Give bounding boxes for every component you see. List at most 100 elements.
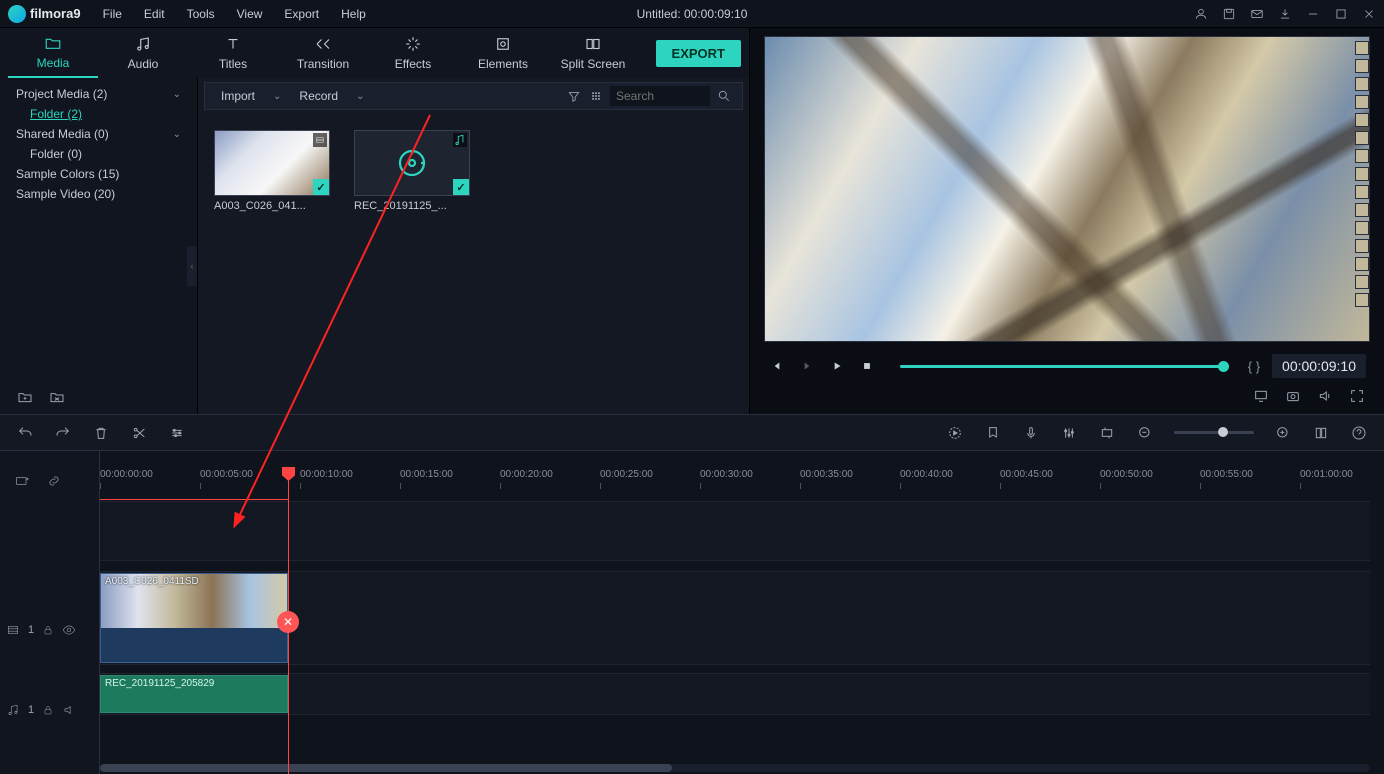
- marker-thumb[interactable]: [1355, 41, 1369, 55]
- eye-icon[interactable]: [62, 623, 76, 637]
- gutter-link[interactable]: [46, 473, 62, 489]
- tab-audio[interactable]: Audio: [98, 29, 188, 77]
- import-dropdown[interactable]: Import⌄: [215, 87, 287, 105]
- audio-clip[interactable]: REC_20191125_205829: [100, 675, 288, 713]
- delete-icon[interactable]: [92, 424, 110, 442]
- timeline-scrollbar[interactable]: [100, 764, 1370, 772]
- marker-thumb[interactable]: [1355, 131, 1369, 145]
- marker-thumb[interactable]: [1355, 77, 1369, 91]
- marker-thumb[interactable]: [1355, 185, 1369, 199]
- fullscreen-icon[interactable]: [1348, 387, 1366, 405]
- tab-effects[interactable]: Effects: [368, 29, 458, 77]
- audio-track-header[interactable]: 1: [6, 681, 94, 739]
- sidebar-item-sample-colors[interactable]: Sample Colors (15): [0, 164, 197, 184]
- marker-thumb[interactable]: [1355, 203, 1369, 217]
- in-out-braces[interactable]: { }: [1248, 359, 1260, 374]
- download-icon[interactable]: [1278, 7, 1292, 21]
- track-row-spacer[interactable]: [100, 501, 1370, 561]
- sidebar-item-project-media[interactable]: Project Media (2)⌄: [0, 84, 197, 104]
- marker-thumb[interactable]: [1355, 275, 1369, 289]
- sidebar-label: Folder (2): [30, 107, 82, 121]
- grid-view-icon[interactable]: [588, 88, 604, 104]
- search-input[interactable]: [610, 86, 710, 106]
- menu-view[interactable]: View: [227, 3, 273, 25]
- menu-tools[interactable]: Tools: [177, 3, 225, 25]
- video-clip[interactable]: A003_C026_0411SD: [100, 573, 288, 663]
- menu-file[interactable]: File: [93, 3, 132, 25]
- sidebar-item-folder-0[interactable]: Folder (0): [0, 144, 197, 164]
- sidebar-item-folder[interactable]: Folder (2): [0, 104, 197, 124]
- lock-icon[interactable]: [42, 704, 54, 716]
- search-icon[interactable]: [716, 88, 732, 104]
- play-icon[interactable]: [828, 357, 846, 375]
- sidebar-item-sample-video[interactable]: Sample Video (20): [0, 184, 197, 204]
- menu-edit[interactable]: Edit: [134, 3, 175, 25]
- maximize-icon[interactable]: [1334, 7, 1348, 21]
- marker-thumb[interactable]: [1355, 59, 1369, 73]
- clip-thumbnail-audio[interactable]: ✓ REC_20191125_...: [354, 130, 470, 212]
- timeline-body[interactable]: 00:00:00:00 00:00:05:00 00:00:10:00 00:0…: [0, 451, 1384, 774]
- redo-icon[interactable]: [54, 424, 72, 442]
- menu-help[interactable]: Help: [331, 3, 376, 25]
- marker-thumb[interactable]: [1355, 95, 1369, 109]
- crop-icon[interactable]: [1098, 424, 1116, 442]
- tab-elements[interactable]: Elements: [458, 29, 548, 77]
- help-icon[interactable]: [1350, 424, 1368, 442]
- minimize-icon[interactable]: [1306, 7, 1320, 21]
- sidebar-label: Project Media (2): [16, 87, 107, 101]
- marker-thumb[interactable]: [1355, 293, 1369, 307]
- cols-icon[interactable]: [1312, 424, 1330, 442]
- speaker-icon[interactable]: [62, 703, 76, 717]
- zoom-out-icon[interactable]: [1136, 424, 1154, 442]
- tab-split-screen[interactable]: Split Screen: [548, 29, 638, 77]
- delete-folder-icon[interactable]: [48, 388, 66, 406]
- marker-thumb[interactable]: [1355, 221, 1369, 235]
- record-dropdown[interactable]: Record⌄: [293, 87, 370, 105]
- gutter-add-track[interactable]: [14, 473, 30, 489]
- zoom-slider[interactable]: [1174, 431, 1254, 434]
- clip-thumbnail-video[interactable]: ✓ A003_C026_041...: [214, 130, 330, 212]
- step-back-icon[interactable]: [798, 357, 816, 375]
- voice-icon[interactable]: [1022, 424, 1040, 442]
- tab-titles[interactable]: Titles: [188, 29, 278, 77]
- sidebar-collapse-handle[interactable]: ‹: [187, 246, 197, 286]
- mail-icon[interactable]: [1250, 7, 1264, 21]
- split-handle[interactable]: ✕: [277, 611, 299, 633]
- marker-thumb[interactable]: [1355, 113, 1369, 127]
- video-track-header[interactable]: 1: [6, 601, 94, 659]
- track-row-audio[interactable]: [100, 673, 1370, 715]
- save-icon[interactable]: [1222, 7, 1236, 21]
- adjust-icon[interactable]: [168, 424, 186, 442]
- filter-icon[interactable]: [566, 88, 582, 104]
- new-folder-icon[interactable]: [16, 388, 34, 406]
- undo-icon[interactable]: [16, 424, 34, 442]
- menu-export[interactable]: Export: [274, 3, 329, 25]
- preview-viewport[interactable]: [764, 36, 1370, 342]
- marker-thumb[interactable]: [1355, 167, 1369, 181]
- snapshot-icon[interactable]: [1284, 387, 1302, 405]
- marker-thumb[interactable]: [1355, 257, 1369, 271]
- marker-strip: [1355, 41, 1371, 307]
- lock-icon[interactable]: [42, 624, 54, 636]
- marker-thumb[interactable]: [1355, 239, 1369, 253]
- mixer-icon[interactable]: [1060, 424, 1078, 442]
- display-icon[interactable]: [1252, 387, 1270, 405]
- disc-icon: [394, 145, 430, 181]
- scissors-icon[interactable]: [130, 424, 148, 442]
- tab-media[interactable]: Media: [8, 28, 98, 78]
- preview-progress[interactable]: [900, 365, 1224, 368]
- marker-icon[interactable]: [984, 424, 1002, 442]
- prev-frame-icon[interactable]: [768, 357, 786, 375]
- render-icon[interactable]: [946, 424, 964, 442]
- playhead[interactable]: ✕: [288, 467, 289, 774]
- account-icon[interactable]: [1194, 7, 1208, 21]
- tab-transition[interactable]: Transition: [278, 29, 368, 77]
- stop-icon[interactable]: [858, 357, 876, 375]
- volume-icon[interactable]: [1316, 387, 1334, 405]
- timeline-toolbar: [0, 415, 1384, 451]
- export-button[interactable]: EXPORT: [656, 40, 741, 67]
- close-icon[interactable]: [1362, 7, 1376, 21]
- zoom-in-icon[interactable]: [1274, 424, 1292, 442]
- marker-thumb[interactable]: [1355, 149, 1369, 163]
- sidebar-item-shared-media[interactable]: Shared Media (0)⌄: [0, 124, 197, 144]
